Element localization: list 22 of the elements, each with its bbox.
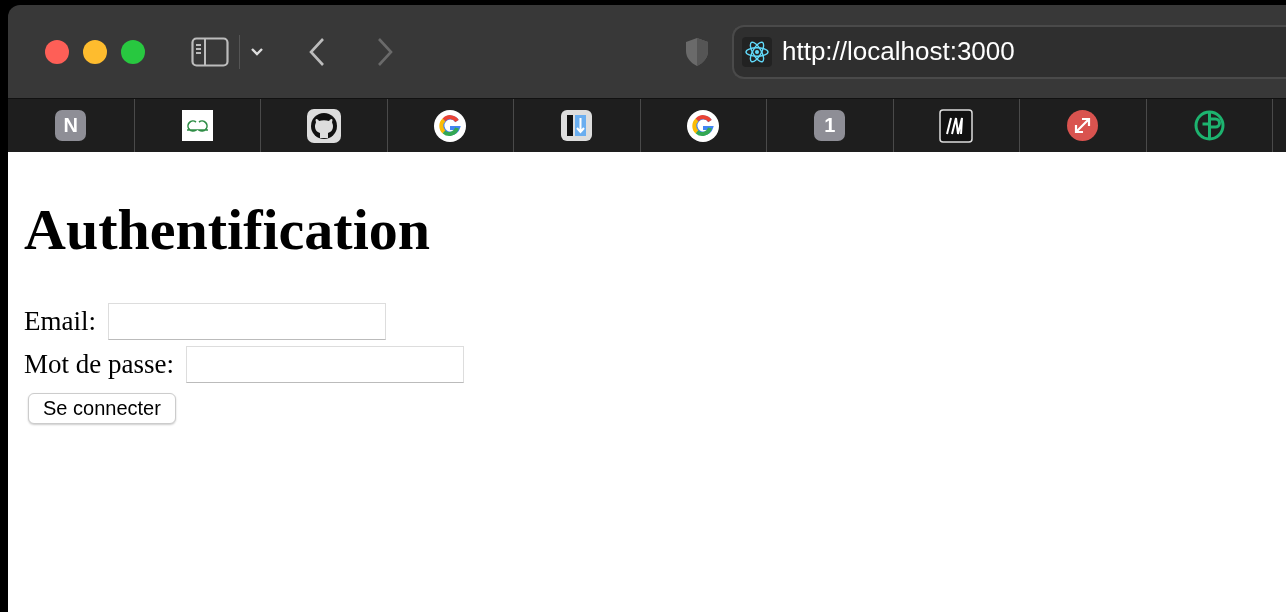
chevron-down-icon[interactable] bbox=[250, 46, 264, 57]
input-field[interactable] bbox=[186, 346, 464, 383]
bookmark-icon[interactable] bbox=[1067, 110, 1099, 141]
page-heading: Authentification bbox=[24, 196, 431, 263]
github-icon[interactable] bbox=[306, 108, 341, 143]
bookmark-icon[interactable] bbox=[181, 110, 213, 141]
address-bar[interactable]: http://localhost:3000 bbox=[732, 24, 1286, 79]
back-icon[interactable] bbox=[308, 36, 326, 67]
react-icon bbox=[742, 36, 772, 67]
sidebar-icon[interactable] bbox=[191, 36, 229, 67]
url-text: http://localhost:3000 bbox=[782, 36, 1015, 67]
field-label: Mot de passe: bbox=[24, 349, 174, 380]
input-field[interactable] bbox=[108, 303, 386, 340]
google-icon[interactable] bbox=[687, 109, 720, 142]
bookmark-icon[interactable] bbox=[561, 110, 593, 141]
minimize-button[interactable] bbox=[83, 39, 107, 64]
field-label: Email: bbox=[24, 306, 96, 337]
close-button[interactable] bbox=[45, 39, 69, 64]
zoom-button[interactable] bbox=[121, 39, 145, 64]
bookmark-icon[interactable] bbox=[1193, 110, 1225, 141]
login-button[interactable]: Se connecter bbox=[28, 393, 176, 424]
google-icon[interactable] bbox=[434, 109, 467, 142]
